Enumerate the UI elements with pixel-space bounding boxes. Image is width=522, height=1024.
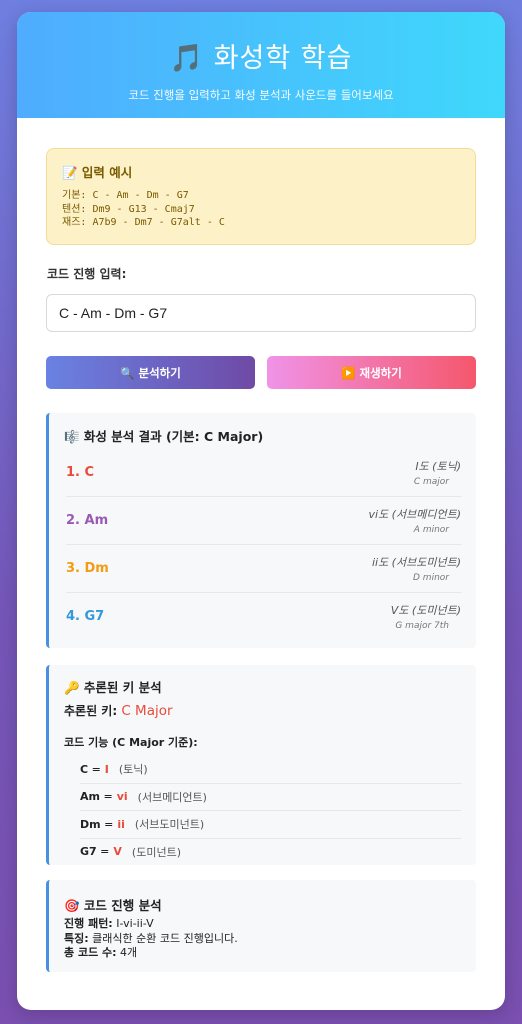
- harmony-analysis-section: 🎼 화성 분석 결과 (기본: C Major) 1. C I도 (토닉) C …: [46, 413, 476, 648]
- function-name: (서브메디언트): [137, 790, 207, 804]
- inferred-key: 추론된 키: C Major: [64, 702, 461, 719]
- progression-title: 🎯 코드 진행 분석: [64, 898, 162, 913]
- chord-quality: G major 7th: [395, 621, 449, 631]
- chord-row: 3. Dm ii도 (서브도미넌트) D minor: [66, 545, 461, 593]
- key-title: 🔑 추론된 키 분석: [64, 680, 162, 695]
- feature-value: 클래식한 순환 코드 진행입니다.: [92, 931, 238, 945]
- inferred-key-value: C Major: [121, 703, 173, 719]
- inferred-key-label: 추론된 키:: [64, 704, 118, 718]
- example-line-basic: 기본: C - Am - Dm - G7: [62, 190, 189, 201]
- chord-degree: V도 (도미넌트): [390, 604, 461, 617]
- analysis-title: 🎼 화성 분석 결과 (기본: C Major): [64, 429, 264, 444]
- pattern-value: I-vi-ii-V: [116, 917, 154, 930]
- progression-pattern: 진행 패턴: I-vi-ii-V: [64, 917, 461, 932]
- example-title: 📝 입력 예시: [62, 165, 133, 180]
- function-name: (토닉): [118, 763, 148, 777]
- page-title: 🎵 화성학 학습: [169, 43, 353, 74]
- chord-quality: D minor: [413, 573, 449, 583]
- key-analysis-section: 🔑 추론된 키 분석 추론된 키: C Major 코드 기능 (C Major…: [46, 665, 476, 865]
- input-example-box: 📝 입력 예시 기본: C - Am - Dm - G7 텐션: Dm9 - G…: [46, 148, 476, 245]
- chord-row: 4. G7 V도 (도미넌트) G major 7th: [66, 593, 461, 640]
- chord-degree: vi도 (서브메디언트): [368, 508, 462, 521]
- progression-analysis-section: 🎯 코드 진행 분석 진행 패턴: I-vi-ii-V 특징: 클래식한 순환 …: [46, 880, 476, 972]
- example-line-jazz: 재즈: A7b9 - Dm7 - G7alt - C: [62, 217, 225, 228]
- function-roman: ii: [117, 817, 125, 831]
- page-subtitle: 코드 진행을 입력하고 화성 분석과 사운드를 들어보세요: [128, 88, 394, 102]
- chord-name: 3. Dm: [66, 561, 109, 576]
- chord-degree: I도 (토닉): [415, 460, 461, 473]
- function-roman: vi: [116, 790, 128, 804]
- function-chord: G7: [80, 845, 97, 859]
- progression-feature: 특징: 클래식한 순환 코드 진행입니다.: [64, 932, 461, 947]
- chord-name: 2. Am: [66, 513, 109, 528]
- function-roman: I: [104, 762, 109, 776]
- function-name: (서브도미넌트): [134, 818, 205, 832]
- function-roman: V: [113, 845, 122, 859]
- chord-name: 4. G7: [66, 609, 105, 624]
- chord-row: 2. Am vi도 (서브메디언트) A minor: [66, 497, 461, 545]
- chord-degree: ii도 (서브도미넌트): [371, 556, 461, 569]
- analyze-button[interactable]: 🔍 분석하기: [46, 356, 255, 389]
- function-row: G7 = V (도미넌트): [80, 845, 181, 859]
- chord-input-label: 코드 진행 입력:: [47, 267, 127, 281]
- header: 🎵 화성학 학습 코드 진행을 입력하고 화성 분석과 사운드를 들어보세요: [17, 12, 505, 118]
- function-chord: Dm: [80, 817, 101, 831]
- play-button[interactable]: ▶️ 재생하기: [267, 356, 476, 389]
- example-line-tension: 텐션: Dm9 - G13 - Cmaj7: [62, 203, 195, 215]
- function-chord: Am: [80, 790, 100, 804]
- count-label: 총 코드 수:: [64, 946, 117, 959]
- function-row: C = I (토닉): [80, 756, 461, 784]
- chord-progression-input[interactable]: C - Am - Dm - G7: [46, 294, 476, 332]
- function-chord: C: [80, 762, 89, 776]
- function-row: Dm = ii (서브도미넌트): [80, 811, 461, 839]
- chord-quality: A minor: [413, 525, 449, 535]
- function-name: (도미넌트): [131, 845, 181, 859]
- feature-label: 특징:: [64, 931, 89, 945]
- function-row: Am = vi (서브메디언트): [80, 784, 461, 811]
- chord-name: 1. C: [66, 465, 95, 480]
- main-card: 🎵 화성학 학습 코드 진행을 입력하고 화성 분석과 사운드를 들어보세요 📝…: [17, 12, 505, 1010]
- chord-row: 1. C I도 (토닉) C major: [66, 449, 461, 497]
- function-title: 코드 기능 (C Major 기준):: [64, 736, 198, 749]
- pattern-label: 진행 패턴:: [64, 917, 113, 930]
- count-value: 4개: [120, 946, 138, 959]
- chord-quality: C major: [413, 477, 449, 487]
- progression-count: 총 코드 수: 4개: [64, 946, 461, 961]
